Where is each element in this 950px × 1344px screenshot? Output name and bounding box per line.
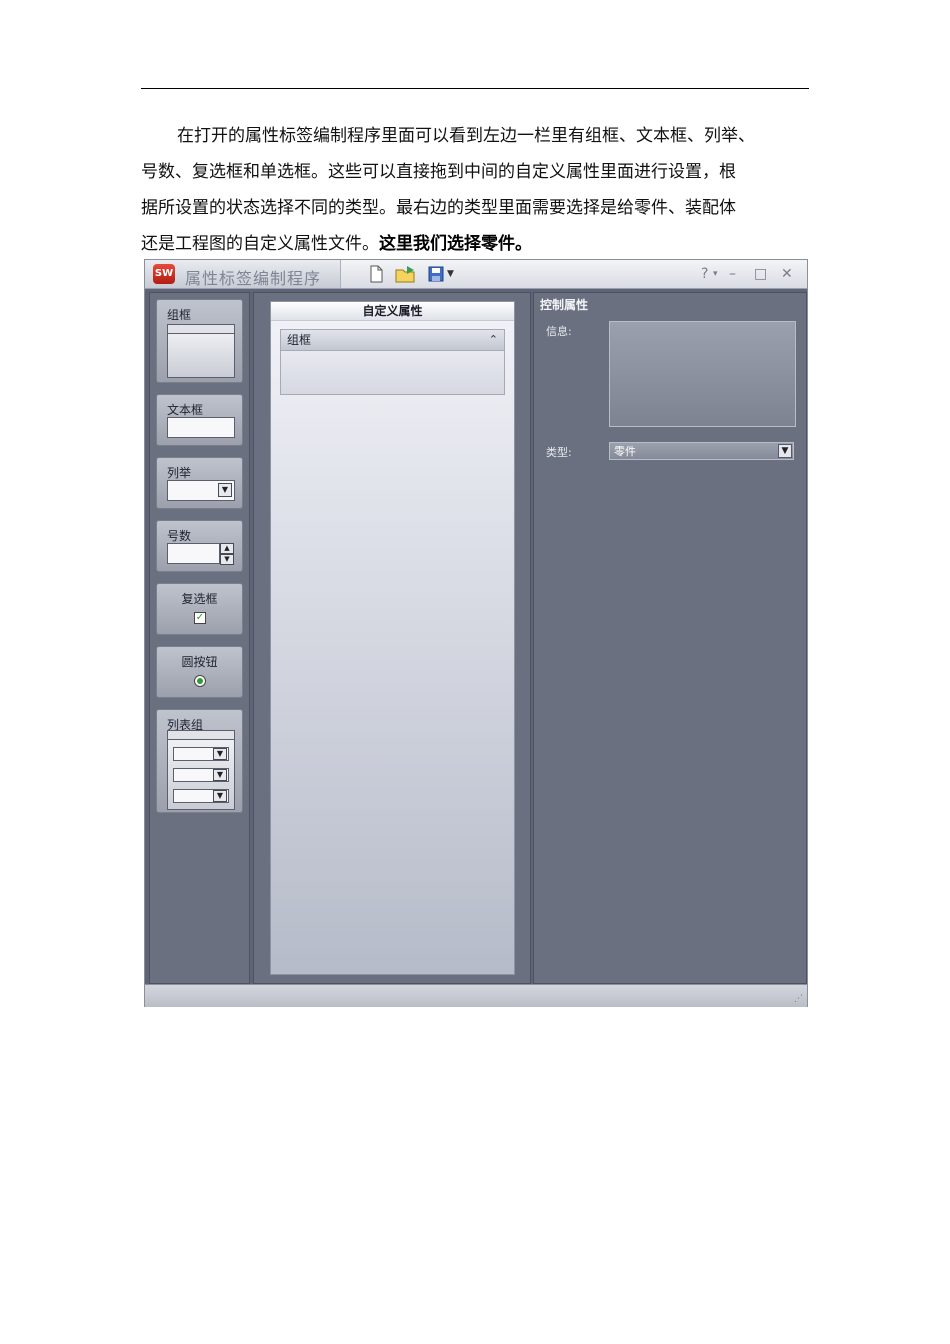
- toolbox-item-radio[interactable]: 圆按钮: [156, 646, 243, 698]
- app-logo-icon[interactable]: SW: [153, 264, 175, 284]
- window-title: 属性标签编制程序: [185, 269, 322, 288]
- body-paragraph: 在打开的属性标签编制程序里面可以看到左边一栏里有组框、文本框、列举、 号数、复选…: [141, 118, 809, 262]
- chevron-down-icon: ▼: [218, 483, 232, 497]
- open-folder-icon[interactable]: [395, 265, 417, 283]
- toolbox-item-textbox[interactable]: 文本框: [156, 394, 243, 446]
- toolbox-item-label: 文本框: [167, 403, 204, 417]
- title-bar[interactable]: SW 属性标签编制程序 ▼ ? ▾ – □ ✕: [145, 260, 807, 289]
- chevron-down-icon: ▼: [213, 769, 227, 781]
- chevron-down-icon[interactable]: ▼: [447, 269, 454, 279]
- toolbox-item-listgroup[interactable]: 列表组 ▼ ▼ ▼: [156, 709, 243, 813]
- properties-panel: 控制属性 信息: 类型: 零件 ▼: [533, 292, 807, 984]
- help-button[interactable]: ?: [701, 266, 708, 282]
- resize-grip-icon[interactable]: ⋰: [794, 994, 803, 1004]
- groupbox-preview: [167, 324, 235, 378]
- save-icon[interactable]: [427, 265, 445, 283]
- paragraph-highlight: 这里我们选择零件。: [379, 234, 532, 254]
- radio-icon: [194, 675, 206, 687]
- chevron-down-icon[interactable]: ▼: [778, 444, 792, 458]
- toolbox-item-label: 列举: [167, 466, 192, 480]
- chevron-down-icon: ▼: [213, 748, 227, 760]
- list-preview: ▼: [167, 480, 235, 501]
- toolbox-item-checkbox[interactable]: 复选框 ✓: [156, 583, 243, 635]
- new-file-icon[interactable]: [367, 265, 385, 283]
- info-label: 信息:: [546, 325, 572, 338]
- design-panel: 自定义属性 组框 ⌃: [253, 292, 531, 984]
- toolbox-item-label: 复选框: [181, 592, 218, 606]
- paragraph-line: 据所设置的状态选择不同的类型。最右边的类型里面需要选择是给零件、装配体: [141, 198, 736, 218]
- paragraph-text: 还是工程图的自定义属性文件。: [141, 234, 379, 254]
- paragraph-line: 号数、复选框和单选框。这些可以直接拖到中间的自定义属性里面进行设置，根: [141, 162, 736, 182]
- header-rule: [141, 88, 809, 89]
- chevron-up-icon: ▲: [220, 543, 234, 554]
- custom-properties-canvas[interactable]: 自定义属性 组框 ⌃: [270, 301, 515, 975]
- groupbox-header[interactable]: 组框 ⌃: [281, 330, 504, 351]
- groupbox-control[interactable]: 组框 ⌃: [280, 329, 505, 395]
- checkmark-icon: ✓: [194, 612, 206, 624]
- type-select-value: 零件: [614, 445, 636, 458]
- chevron-down-icon: ▼: [220, 554, 234, 565]
- toolbox-item-label: 圆按钮: [181, 655, 218, 669]
- app-window: SW 属性标签编制程序 ▼ ? ▾ – □ ✕ 组框 文本框 列举 ▼ 号数 ▲…: [144, 259, 808, 1007]
- textbox-preview: [167, 417, 235, 438]
- toolbox-item-label: 号数: [167, 529, 192, 543]
- maximize-button[interactable]: □: [754, 266, 767, 282]
- groupbox-title: 组框: [287, 333, 312, 347]
- chevron-down-icon[interactable]: ▾: [713, 269, 718, 279]
- canvas-title: 自定义属性: [271, 302, 514, 321]
- toolbox-panel: 组框 文本框 列举 ▼ 号数 ▲ ▼ 复选框 ✓ 圆按钮 列表组 ▼ ▼ ▼: [149, 292, 250, 984]
- collapse-icon[interactable]: ⌃: [489, 330, 498, 350]
- paragraph-line: 在打开的属性标签编制程序里面可以看到左边一栏里有组框、文本框、列举、: [177, 126, 755, 146]
- toolbox-item-label: 组框: [167, 308, 192, 322]
- chevron-down-icon: ▼: [213, 790, 227, 802]
- minimize-button[interactable]: –: [729, 266, 736, 282]
- close-button[interactable]: ✕: [781, 266, 793, 282]
- status-bar: ⋰: [145, 984, 807, 1007]
- properties-title: 控制属性: [540, 298, 589, 312]
- listgroup-preview: ▼ ▼ ▼: [167, 730, 235, 810]
- number-preview: [167, 543, 220, 564]
- title-tab: SW 属性标签编制程序: [145, 260, 341, 288]
- toolbox-item-list[interactable]: 列举 ▼: [156, 457, 243, 509]
- type-label: 类型:: [546, 446, 572, 459]
- type-select[interactable]: 零件 ▼: [609, 442, 794, 460]
- info-textarea[interactable]: [609, 321, 796, 427]
- toolbox-item-number[interactable]: 号数 ▲ ▼: [156, 520, 243, 572]
- toolbox-item-groupbox[interactable]: 组框: [156, 299, 243, 383]
- paragraph-line: 还是工程图的自定义属性文件。这里我们选择零件。: [141, 226, 809, 262]
